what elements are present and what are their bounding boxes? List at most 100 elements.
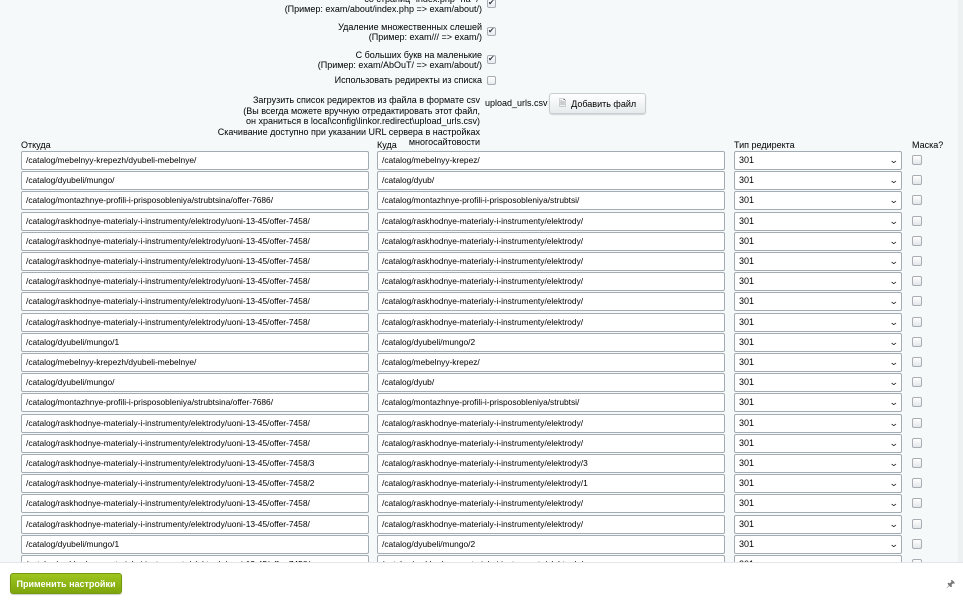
setting-checkbox[interactable]: [487, 26, 496, 36]
redirect-from-input[interactable]: /catalog/dyubeli/mungo/1: [21, 534, 369, 554]
redirect-from-input[interactable]: /catalog/mebelnyy-krepezh/dyubeli-mebeln…: [21, 151, 369, 170]
table-row: /catalog/raskhodnye-materialy-i-instrume…: [0, 272, 958, 292]
redirect-from-input[interactable]: /catalog/raskhodnye-materialy-i-instrume…: [21, 211, 369, 231]
redirect-type-select[interactable]: 301⌄: [734, 191, 902, 211]
redirect-type-select[interactable]: 301⌄: [734, 312, 902, 332]
redirect-type-select[interactable]: 301⌄: [734, 514, 902, 534]
redirect-from-input[interactable]: /catalog/raskhodnye-materialy-i-instrume…: [21, 514, 369, 534]
redirect-to-input[interactable]: /catalog/raskhodnye-materialy-i-instrume…: [377, 292, 725, 312]
table-row: /catalog/dyubeli/mungo/1/catalog/dyubeli…: [0, 534, 958, 555]
mask-checkbox[interactable]: [912, 296, 922, 307]
redirect-to-input[interactable]: /catalog/montazhnye-profili-i-prisposobl…: [377, 191, 725, 211]
redirect-to-input[interactable]: /catalog/raskhodnye-materialy-i-instrume…: [377, 555, 725, 562]
mask-checkbox[interactable]: [912, 498, 922, 509]
redirect-to-input[interactable]: /catalog/raskhodnye-materialy-i-instrume…: [377, 413, 725, 433]
mask-checkbox[interactable]: [912, 215, 922, 226]
redirect-from-input[interactable]: /catalog/mebelnyy-krepezh/dyubeli-mebeln…: [21, 353, 369, 372]
redirect-from-input[interactable]: /catalog/raskhodnye-materialy-i-instrume…: [21, 252, 369, 271]
mask-checkbox[interactable]: [912, 458, 922, 468]
redirect-from-input[interactable]: /catalog/dyubeli/mungo/: [21, 171, 369, 191]
redirect-to-input[interactable]: /catalog/mebelnyy-krepez/: [377, 151, 725, 170]
redirect-type-select[interactable]: 301⌄: [734, 534, 902, 554]
redirect-to-input[interactable]: /catalog/montazhnye-profili-i-prisposobl…: [377, 393, 725, 413]
table-row: /catalog/raskhodnye-materialy-i-instrume…: [0, 474, 958, 494]
setting-checkbox[interactable]: [487, 0, 496, 8]
mask-checkbox[interactable]: [912, 155, 922, 165]
redirect-from-input[interactable]: /catalog/raskhodnye-materialy-i-instrume…: [21, 272, 369, 292]
redirect-from-input[interactable]: /catalog/raskhodnye-materialy-i-instrume…: [21, 555, 369, 562]
redirect-from-input[interactable]: /catalog/raskhodnye-materialy-i-instrume…: [21, 474, 369, 494]
mask-checkbox[interactable]: [912, 276, 922, 287]
redirect-type-select[interactable]: 301⌄: [734, 211, 902, 231]
redirect-type-select[interactable]: 301⌄: [734, 292, 902, 312]
mask-checkbox[interactable]: [912, 437, 922, 448]
chevron-down-icon: ⌄: [889, 215, 900, 226]
redirect-from-input[interactable]: /catalog/raskhodnye-materialy-i-instrume…: [21, 433, 369, 453]
redirect-type-select[interactable]: 301⌄: [734, 231, 902, 251]
redirect-to-input[interactable]: /catalog/raskhodnye-materialy-i-instrume…: [377, 433, 725, 453]
redirect-type-value: 301: [739, 336, 755, 347]
redirect-to-input[interactable]: /catalog/raskhodnye-materialy-i-instrume…: [377, 312, 725, 332]
mask-checkbox[interactable]: [912, 195, 922, 206]
mask-checkbox[interactable]: [912, 235, 922, 246]
redirect-type-select[interactable]: 301⌄: [734, 252, 902, 271]
mask-checkbox[interactable]: [912, 377, 922, 388]
mask-checkbox[interactable]: [912, 175, 922, 186]
redirect-type-select[interactable]: 301⌄: [734, 171, 902, 191]
redirect-type-value: 301: [739, 518, 755, 529]
redirect-type-select[interactable]: 301⌄: [734, 555, 902, 562]
apply-settings-button[interactable]: Применить настройки: [10, 573, 122, 594]
redirect-type-select[interactable]: 301⌄: [734, 373, 902, 393]
table-row: /catalog/raskhodnye-materialy-i-instrume…: [0, 514, 958, 535]
mask-checkbox[interactable]: [912, 316, 922, 327]
table-row: /catalog/dyubeli/mungo/ /catalog/dyub/301…: [0, 171, 958, 191]
add-file-button[interactable]: 🗎 Добавить файл: [549, 93, 646, 114]
redirect-from-input[interactable]: /catalog/raskhodnye-materialy-i-instrume…: [21, 413, 369, 433]
mask-checkbox[interactable]: [912, 538, 922, 549]
redirect-from-input[interactable]: /catalog/montazhnye-profili-i-prisposobl…: [21, 191, 369, 211]
mask-checkbox[interactable]: [912, 397, 922, 408]
redirect-to-input[interactable]: /catalog/dyubeli/mungo/2: [377, 534, 725, 554]
redirect-to-input[interactable]: /catalog/dyub/: [377, 171, 725, 191]
mask-checkbox[interactable]: [912, 336, 922, 347]
setting-checkbox[interactable]: [487, 54, 496, 64]
redirect-type-select[interactable]: 301⌄: [734, 151, 902, 170]
redirect-type-select[interactable]: 301⌄: [734, 332, 902, 352]
scrollbar[interactable]: [958, 0, 963, 562]
redirect-from-input[interactable]: /catalog/raskhodnye-materialy-i-instrume…: [21, 312, 369, 332]
redirect-from-input[interactable]: /catalog/raskhodnye-materialy-i-instrume…: [21, 231, 369, 251]
redirect-to-input[interactable]: /catalog/dyubeli/mungo/2: [377, 332, 725, 352]
redirect-to-input[interactable]: /catalog/dyub/: [377, 373, 725, 393]
redirect-from-input[interactable]: /catalog/raskhodnye-materialy-i-instrume…: [21, 292, 369, 312]
redirect-from-input[interactable]: /catalog/dyubeli/mungo/: [21, 373, 369, 393]
redirect-from-input[interactable]: /catalog/raskhodnye-materialy-i-instrume…: [21, 494, 369, 514]
redirect-to-input[interactable]: /catalog/raskhodnye-materialy-i-instrume…: [377, 272, 725, 292]
pin-icon[interactable]: 🖈: [946, 577, 955, 594]
redirect-type-select[interactable]: 301⌄: [734, 494, 902, 514]
redirect-type-select[interactable]: 301⌄: [734, 474, 902, 494]
redirect-to-input[interactable]: /catalog/mebelnyy-krepez/: [377, 353, 725, 372]
chevron-down-icon: ⌄: [889, 316, 900, 327]
redirect-to-input[interactable]: /catalog/raskhodnye-materialy-i-instrume…: [377, 454, 725, 473]
redirect-type-select[interactable]: 301⌄: [734, 353, 902, 372]
redirect-to-input[interactable]: /catalog/raskhodnye-materialy-i-instrume…: [377, 252, 725, 271]
mask-checkbox[interactable]: [912, 518, 922, 529]
mask-checkbox[interactable]: [912, 256, 922, 266]
redirect-from-input[interactable]: /catalog/dyubeli/mungo/1: [21, 332, 369, 352]
mask-checkbox[interactable]: [912, 478, 922, 489]
redirect-type-select[interactable]: 301⌄: [734, 272, 902, 292]
redirect-type-select[interactable]: 301⌄: [734, 413, 902, 433]
mask-checkbox[interactable]: [912, 357, 922, 367]
redirect-type-select[interactable]: 301⌄: [734, 393, 902, 413]
redirect-type-select[interactable]: 301⌄: [734, 433, 902, 453]
mask-checkbox[interactable]: [912, 417, 922, 428]
redirect-to-input[interactable]: /catalog/raskhodnye-materialy-i-instrume…: [377, 231, 725, 251]
redirect-to-input[interactable]: /catalog/raskhodnye-materialy-i-instrume…: [377, 494, 725, 514]
setting-checkbox[interactable]: [487, 76, 496, 85]
redirect-to-input[interactable]: /catalog/raskhodnye-materialy-i-instrume…: [377, 474, 725, 494]
redirect-type-select[interactable]: 301⌄: [734, 454, 902, 473]
redirect-from-input[interactable]: /catalog/raskhodnye-materialy-i-instrume…: [21, 454, 369, 473]
redirect-to-input[interactable]: /catalog/raskhodnye-materialy-i-instrume…: [377, 211, 725, 231]
redirect-to-input[interactable]: /catalog/raskhodnye-materialy-i-instrume…: [377, 514, 725, 534]
redirect-from-input[interactable]: /catalog/montazhnye-profili-i-prisposobl…: [21, 393, 369, 413]
